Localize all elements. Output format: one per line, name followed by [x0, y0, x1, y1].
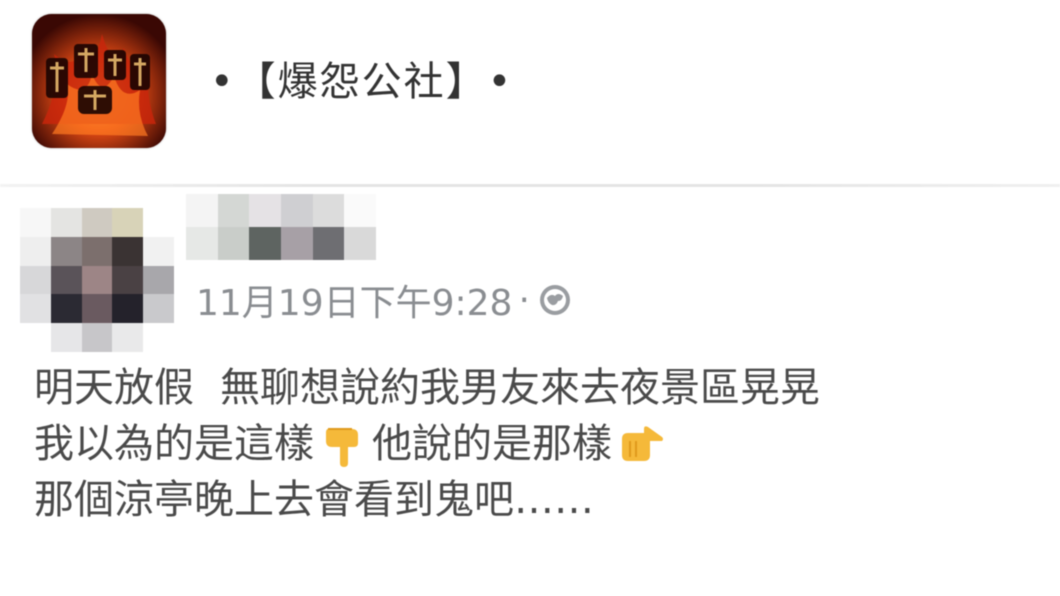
post-line-3-text-a: 那個涼亭晚上去會看到鬼吧……	[34, 477, 594, 523]
public-globe-icon[interactable]	[536, 281, 574, 319]
post-line-1: 明天放假 無聊想說約我男友來去夜景區晃晃	[34, 360, 1044, 416]
post-line-2-text-b: 他說的是那樣	[372, 421, 612, 467]
pointing-down-hand-icon	[326, 428, 358, 467]
post-line-1-text-b: 無聊想說約我男友來去夜景區晃晃	[220, 365, 820, 411]
post-line-2: 我以為的是這樣 他說的是那樣	[34, 416, 1044, 472]
post-meta: 11月19日下午9:28 ·	[196, 278, 574, 324]
meta-separator: ·	[518, 279, 530, 321]
screenshot-page: •【爆怨公社】• 11月19日下午9:28 · 明天放假 無聊想說約我男友來去夜…	[0, 0, 1060, 596]
post-timestamp[interactable]: 11月19日下午9:28	[196, 274, 512, 326]
group-avatar[interactable]	[32, 14, 166, 148]
post-body: 明天放假 無聊想說約我男友來去夜景區晃晃 我以為的是這樣 他說的是那樣 那個涼亭…	[34, 360, 1044, 528]
group-header: •【爆怨公社】•	[0, 0, 1060, 176]
pointing-right-hand-icon	[622, 426, 663, 461]
poster-avatar[interactable]	[20, 208, 174, 352]
group-logo-icon	[32, 14, 166, 148]
post: 11月19日下午9:28 · 明天放假 無聊想說約我男友來去夜景區晃晃 我以為的…	[0, 190, 1060, 596]
section-divider	[0, 184, 1060, 187]
post-line-3: 那個涼亭晚上去會看到鬼吧……	[34, 472, 1044, 528]
group-name[interactable]: •【爆怨公社】•	[210, 48, 513, 116]
post-line-2-text-a: 我以為的是這樣	[34, 421, 314, 467]
poster-name-redacted[interactable]	[186, 194, 376, 260]
post-line-1-text-a: 明天放假	[34, 365, 194, 411]
